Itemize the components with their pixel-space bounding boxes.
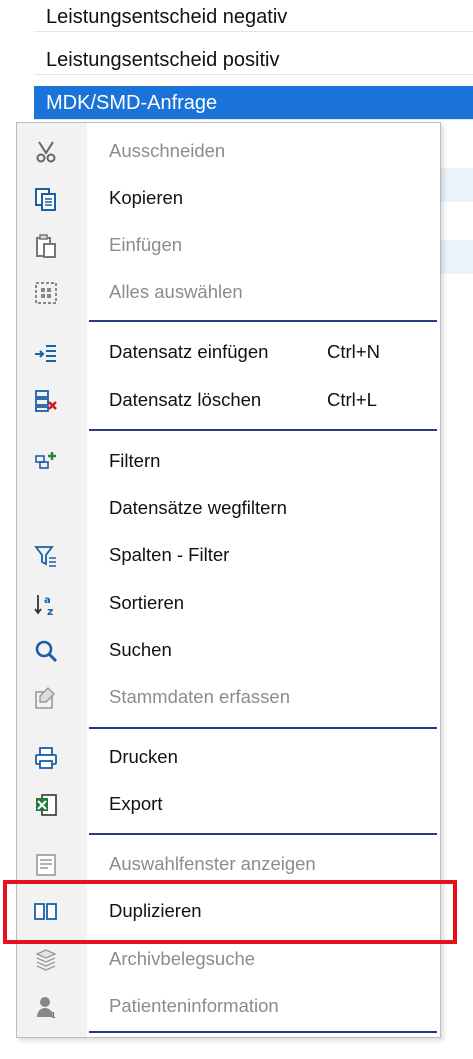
menu-item-label: Spalten - Filter xyxy=(109,544,230,565)
archive-search-icon xyxy=(33,947,59,973)
menu-item-label: Auswahlfenster anzeigen xyxy=(109,853,316,874)
menu-item-paste[interactable]: Einfügen xyxy=(17,221,440,269)
list-row-stripe xyxy=(440,240,473,274)
menu-item-label: Datensatz löschen xyxy=(109,389,262,410)
menu-item-select-all[interactable]: Alles auswählen xyxy=(17,268,440,316)
menu-item-insert-record[interactable]: Datensatz einfügen Ctrl+N xyxy=(17,328,440,376)
menu-item-label: Alles auswählen xyxy=(109,281,243,302)
sort-az-icon: az xyxy=(33,591,59,617)
menu-item-export[interactable]: Export xyxy=(17,780,440,828)
svg-text:z: z xyxy=(47,605,53,616)
menu-item-column-filter[interactable]: Spalten - Filter xyxy=(17,531,440,579)
duplicate-highlight-box xyxy=(3,880,457,944)
insert-record-icon xyxy=(33,340,59,366)
menu-item-label: Einfügen xyxy=(109,234,183,255)
list-row[interactable]: Leistungsentscheid negativ xyxy=(34,2,473,32)
list-row-selected[interactable]: MDK/SMD-Anfrage xyxy=(34,86,473,120)
printer-icon xyxy=(33,745,59,771)
delete-record-icon xyxy=(33,388,59,414)
menu-separator xyxy=(89,1031,437,1033)
menu-item-patient-info[interactable]: 1 Patienteninformation xyxy=(17,982,440,1030)
filter-icon xyxy=(33,449,59,475)
menu-separator xyxy=(89,429,437,431)
list-row-stripe xyxy=(440,168,473,202)
menu-item-label: Datensätze wegfiltern xyxy=(109,497,287,518)
menu-item-shortcut: Ctrl+L xyxy=(327,389,377,410)
menu-item-label: Export xyxy=(109,793,163,814)
menu-separator xyxy=(89,320,437,322)
excel-export-icon xyxy=(33,792,59,818)
menu-item-label: Patienteninformation xyxy=(109,995,279,1016)
menu-separator xyxy=(89,727,437,729)
menu-item-label: Suchen xyxy=(109,639,172,660)
menu-item-filter[interactable]: Filtern xyxy=(17,437,440,485)
list-row[interactable]: Leistungsentscheid positiv xyxy=(34,45,473,75)
menu-item-search[interactable]: Suchen xyxy=(17,626,440,674)
menu-item-label: Archivbelegsuche xyxy=(109,948,256,969)
list-row-label: Leistungsentscheid negativ xyxy=(46,6,288,28)
menu-item-cut[interactable]: Ausschneiden xyxy=(17,127,440,175)
menu-item-delete-record[interactable]: Datensatz löschen Ctrl+L xyxy=(17,376,440,424)
paste-icon xyxy=(33,233,59,259)
menu-item-shortcut: Ctrl+N xyxy=(327,341,380,362)
menu-item-label: Kopieren xyxy=(109,187,184,208)
menu-item-label: Filtern xyxy=(109,450,161,471)
svg-text:1: 1 xyxy=(51,1011,56,1019)
scissors-icon xyxy=(33,139,59,165)
search-icon xyxy=(33,638,59,664)
column-filter-icon xyxy=(33,543,59,569)
menu-item-label: Drucken xyxy=(109,746,178,767)
menu-item-master-data[interactable]: Stammdaten erfassen xyxy=(17,673,440,721)
menu-item-label: Datensatz einfügen xyxy=(109,341,269,362)
menu-item-filter-out-records[interactable]: Datensätze wegfiltern xyxy=(17,484,440,532)
copy-icon xyxy=(33,186,59,212)
menu-item-sort[interactable]: az Sortieren xyxy=(17,579,440,627)
menu-item-print[interactable]: Drucken xyxy=(17,733,440,781)
menu-item-label: Ausschneiden xyxy=(109,140,226,161)
list-row-label: Leistungsentscheid positiv xyxy=(46,49,280,71)
patient-info-icon: 1 xyxy=(33,994,59,1020)
menu-item-label: Sortieren xyxy=(109,592,185,613)
list-row-label: MDK/SMD-Anfrage xyxy=(46,92,218,114)
menu-separator xyxy=(89,833,437,835)
master-data-icon xyxy=(33,685,59,711)
select-all-icon xyxy=(33,280,59,306)
menu-item-label: Stammdaten erfassen xyxy=(109,686,290,707)
menu-item-copy[interactable]: Kopieren xyxy=(17,174,440,222)
selection-window-icon xyxy=(33,852,59,878)
